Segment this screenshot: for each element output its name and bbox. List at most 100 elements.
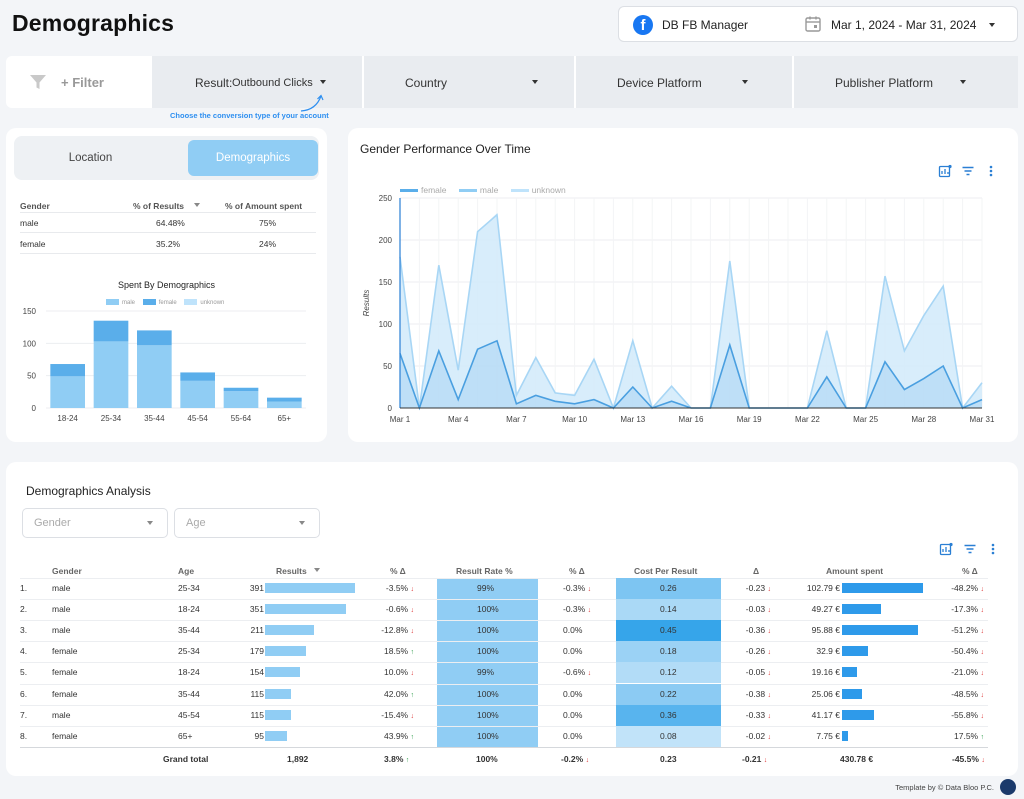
spent-delta-cell: -17.3% ↓	[951, 604, 984, 615]
spent-share-cell: 75%	[259, 218, 277, 228]
filter-icon[interactable]	[961, 164, 975, 178]
publisher-platform-label: Publisher Platform	[835, 76, 934, 90]
chevron-down-icon	[147, 521, 153, 525]
rate-delta-cell: 0.0%	[563, 688, 583, 699]
account-name: DB FB Manager	[662, 18, 749, 32]
spent-delta-cell: -48.2% ↓	[951, 583, 984, 593]
tab-demographics[interactable]: Demographics	[188, 140, 318, 176]
col-spent-delta[interactable]: % Δ	[962, 566, 978, 576]
y-axis-label: Results	[362, 290, 371, 317]
row-number: 5.	[20, 667, 28, 678]
x-tick-label: Mar 31	[970, 415, 995, 424]
spent-share-column-header[interactable]: % of Amount spent	[225, 201, 302, 211]
cpr-delta-cell: -0.02 ↓	[745, 730, 771, 741]
bar-male	[267, 401, 302, 408]
chevron-down-icon	[742, 80, 748, 84]
results-delta-cell: -15.4% ↓	[381, 709, 414, 720]
x-tick-label: 25-34	[101, 414, 122, 423]
result-value: Outbound Clicks	[232, 77, 313, 89]
cpr-delta-cell: -0.05 ↓	[745, 667, 771, 678]
bar-female	[267, 397, 302, 402]
demographics-analysis-card: Demographics Analysis Gender Age Gender …	[6, 462, 1018, 776]
sort-desc-icon[interactable]	[314, 568, 320, 572]
col-results[interactable]: Results	[276, 566, 307, 576]
col-cost-per-result[interactable]: Cost Per Result	[634, 566, 697, 576]
result-rate-cell: 99%	[477, 667, 495, 678]
col-results-delta[interactable]: % Δ	[390, 566, 406, 576]
page-title: Demographics	[12, 10, 175, 36]
x-tick-label: 45-54	[187, 414, 208, 423]
device-platform-dropdown[interactable]: Device Platform	[576, 56, 792, 108]
spent-delta-cell: -48.5% ↓	[951, 688, 984, 699]
spent-delta-cell: -50.4% ↓	[951, 646, 984, 657]
age-cell: 25-34	[178, 646, 200, 657]
col-cpr-delta[interactable]: Δ	[753, 566, 759, 576]
account-date-selector[interactable]: f DB FB Manager Mar 1, 2024 - Mar 31, 20…	[618, 6, 1018, 42]
y-tick-label: 50	[27, 372, 36, 381]
table-explore-icon[interactable]	[939, 542, 953, 556]
col-result-rate[interactable]: Result Rate %	[456, 566, 513, 576]
gender-cell: female	[52, 730, 78, 741]
amount-spent-cell: 95.88 €	[811, 625, 840, 636]
gender-cell: female	[52, 667, 78, 678]
results-delta-cell: -12.8% ↓	[381, 625, 414, 636]
col-rate-delta[interactable]: % Δ	[569, 566, 585, 576]
chart-explore-icon[interactable]	[938, 164, 952, 178]
amount-spent-bar	[842, 667, 858, 678]
amount-spent-cell: 41.17 €	[811, 709, 840, 720]
tab-location[interactable]: Location	[18, 140, 163, 176]
result-type-hint: Choose the conversion type of your accou…	[170, 111, 329, 120]
add-filter-button[interactable]: + Filter	[6, 56, 152, 108]
gender-cell: female	[20, 239, 46, 249]
country-dropdown[interactable]: Country	[364, 56, 574, 108]
age-filter-dropdown[interactable]: Age	[174, 508, 320, 538]
gender-cell: male	[20, 218, 39, 228]
footer-credit: Template by © Data Bloo P.C.	[895, 783, 994, 792]
col-age[interactable]: Age	[178, 566, 194, 576]
gender-cell: male	[52, 604, 71, 615]
results-share-column-header[interactable]: % of Results	[133, 201, 184, 211]
cpr-delta-cell: -0.36 ↓	[745, 625, 771, 636]
amount-spent-bar	[842, 646, 868, 657]
gender-filter-dropdown[interactable]: Gender	[22, 508, 168, 538]
y-tick-label: 100	[23, 339, 37, 348]
amount-spent-bar	[842, 688, 862, 699]
results-bar	[265, 604, 346, 615]
x-tick-label: Mar 10	[562, 415, 587, 424]
row-number: 8.	[20, 730, 28, 741]
results-bar	[265, 625, 314, 636]
age-cell: 25-34	[178, 583, 200, 593]
results-delta-cell: 43.9% ↑	[384, 730, 414, 741]
age-cell: 35-44	[178, 688, 200, 699]
filter-bar: + Filter Result: Outbound Clicks Country…	[6, 56, 1018, 108]
gender-column-header[interactable]: Gender	[20, 201, 50, 211]
chevron-down-icon	[299, 521, 305, 525]
age-cell: 65+	[178, 730, 193, 741]
age-cell: 35-44	[178, 625, 200, 636]
cpr-delta-cell: -0.03 ↓	[745, 604, 771, 615]
y-tick-label: 0	[32, 404, 37, 413]
total-rate-delta: -0.2% ↓	[561, 754, 590, 764]
add-filter-label: + Filter	[61, 75, 104, 90]
col-amount-spent[interactable]: Amount spent	[826, 566, 883, 576]
result-type-dropdown[interactable]: Result: Outbound Clicks	[152, 56, 362, 108]
more-options-icon[interactable]	[986, 542, 1000, 556]
results-delta-cell: 18.5% ↑	[384, 646, 414, 657]
more-options-icon[interactable]	[984, 164, 998, 178]
gender-performance-card: Gender Performance Over Time female male…	[348, 128, 1018, 442]
row-number: 7.	[20, 709, 28, 720]
y-tick-label: 50	[383, 362, 392, 371]
results-bar	[265, 709, 292, 720]
publisher-platform-dropdown[interactable]: Publisher Platform	[794, 56, 1018, 108]
col-gender[interactable]: Gender	[52, 566, 82, 576]
bar-male	[180, 380, 215, 408]
results-cell: 211	[250, 625, 264, 636]
gender-summary-card: Location Demographics Gender % of Result…	[6, 128, 327, 442]
filter-icon[interactable]	[963, 542, 977, 556]
data-bloo-logo-icon	[1000, 779, 1016, 795]
amount-spent-cell: 25.06 €	[811, 688, 840, 699]
rate-delta-cell: -0.3% ↓	[563, 604, 592, 615]
sort-desc-icon[interactable]	[194, 203, 200, 207]
cpr-delta-cell: -0.33 ↓	[745, 709, 771, 720]
x-tick-label: Mar 25	[853, 415, 878, 424]
